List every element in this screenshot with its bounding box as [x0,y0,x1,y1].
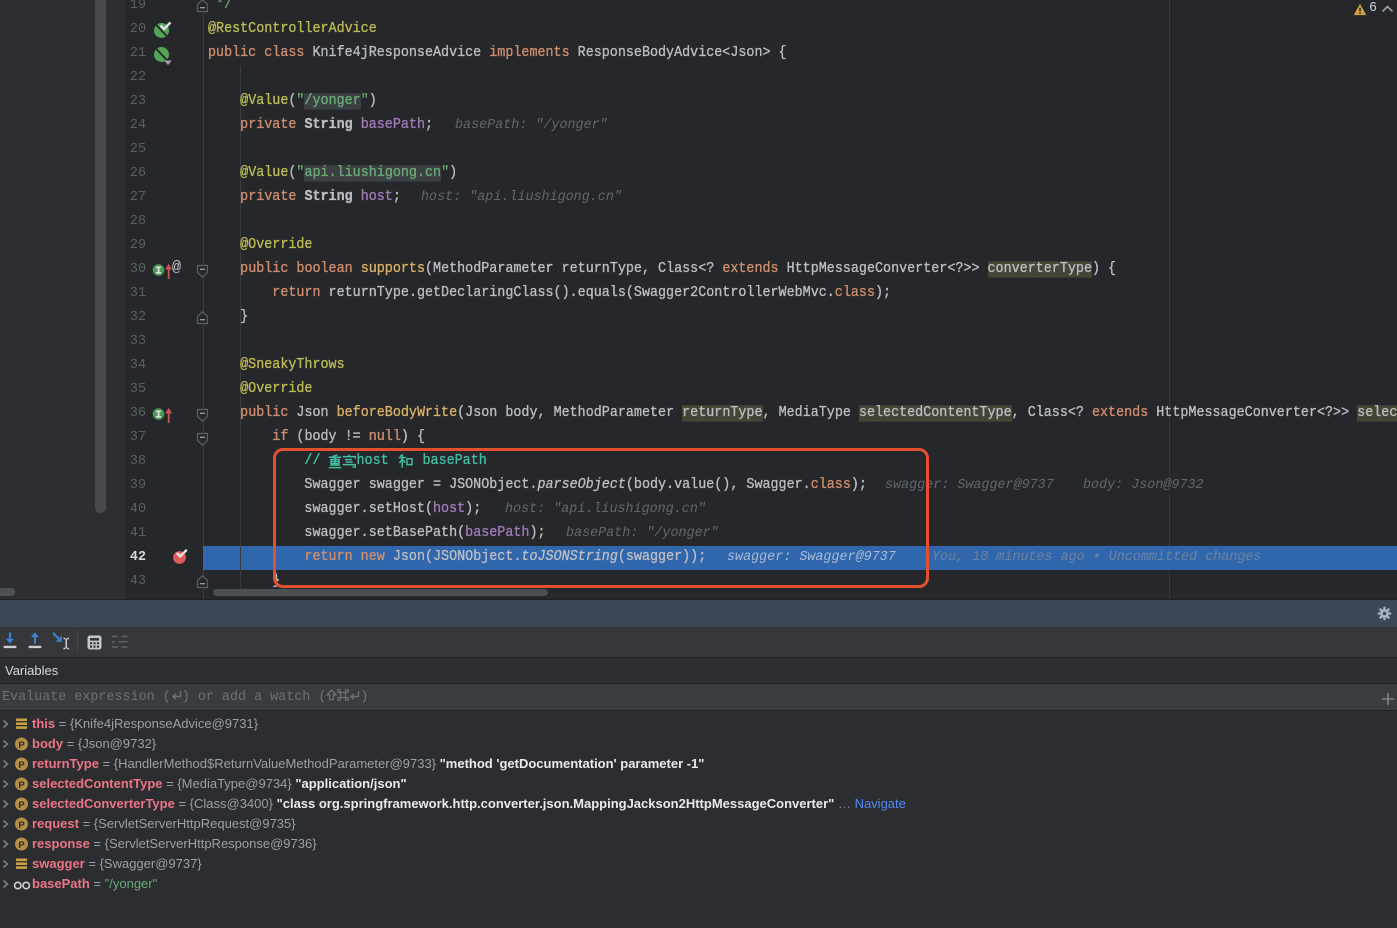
svg-text:P: P [18,760,25,771]
svg-text:P: P [18,780,25,791]
svg-text:P: P [18,800,25,811]
svg-text:P: P [18,740,25,751]
svg-text:P: P [18,840,25,851]
svg-text:P: P [18,820,25,831]
